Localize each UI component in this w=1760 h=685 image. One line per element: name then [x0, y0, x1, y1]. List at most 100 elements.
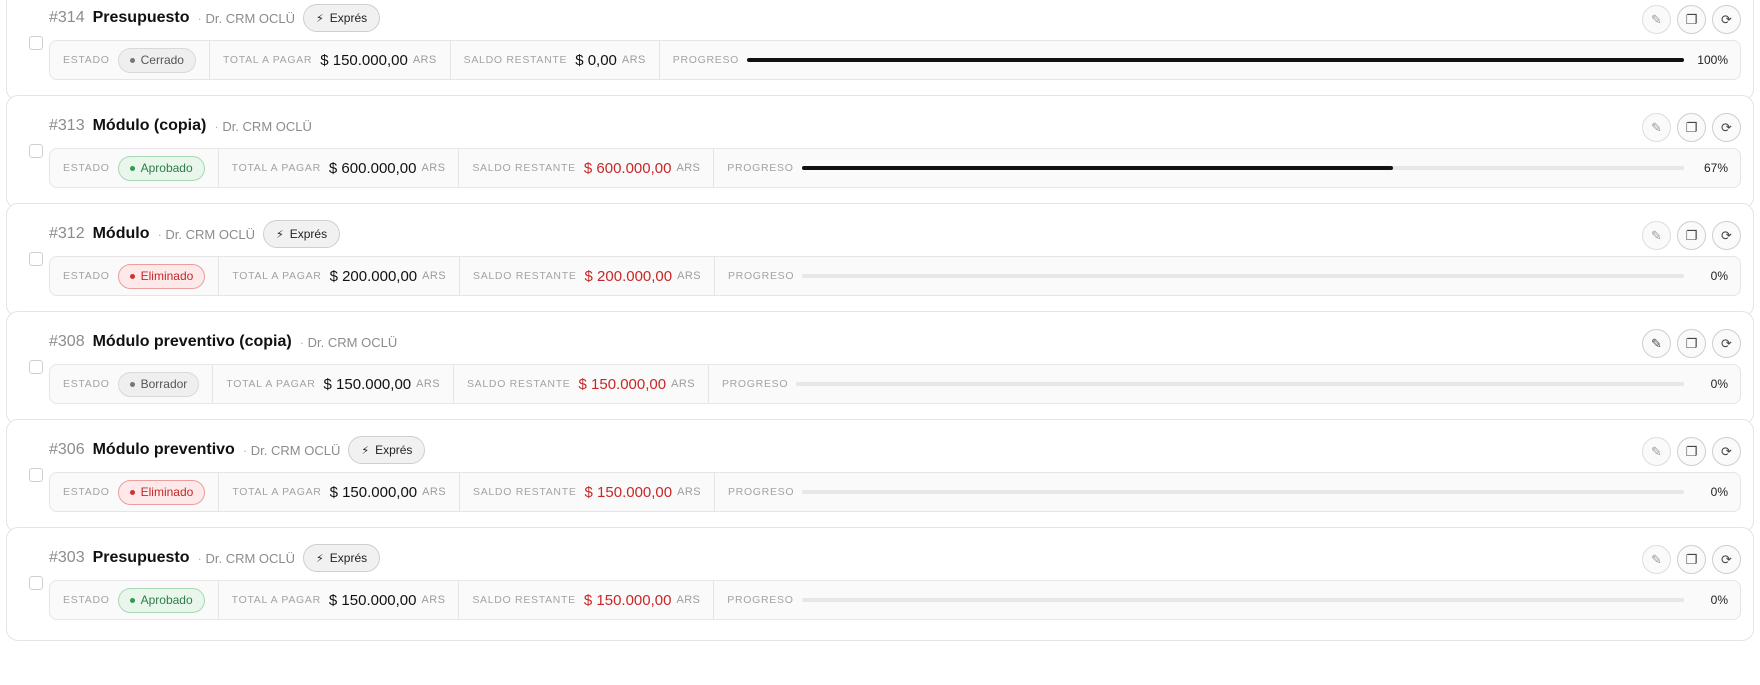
select-checkbox[interactable] — [29, 252, 43, 266]
budget-card[interactable]: #314 Presupuesto Dr. CRM OCLÜ ⚡ Exprés ✎ ❐ ⟳ Est… — [6, 0, 1754, 101]
copy-button[interactable]: ❐ — [1677, 113, 1706, 142]
progress-label: Progreso — [727, 162, 794, 174]
budget-card[interactable]: #306 Módulo preventivo Dr. CRM OCLÜ ⚡ Exprés… — [6, 419, 1754, 533]
refresh-button[interactable]: ⟳ — [1712, 545, 1741, 574]
select-checkbox[interactable] — [29, 144, 43, 158]
progress-label: Progreso — [727, 594, 794, 606]
total-value: $ 600.000,00 — [328, 159, 417, 177]
status-dot — [129, 165, 135, 171]
balance-label: Saldo restante — [472, 486, 577, 498]
budget-card[interactable]: #308 Módulo preventivo (copia) Dr. CRM OCL… — [6, 311, 1754, 425]
status-badge: Cerrado — [117, 47, 196, 73]
balance-currency: ARS — [676, 162, 701, 174]
budget-name[interactable]: Presupuesto — [93, 549, 190, 567]
refresh-icon: ⟳ — [1721, 227, 1732, 243]
status-label: Estado — [63, 270, 110, 282]
status-segment: Estado Eliminado — [50, 257, 220, 295]
edit-button[interactable]: ✎ — [1642, 437, 1671, 466]
refresh-button[interactable]: ⟳ — [1712, 329, 1741, 358]
total-segment: Total a pagar $ 150.000,00 ARS — [213, 365, 454, 403]
budget-name[interactable]: Módulo preventivo (copia) — [93, 333, 292, 351]
status-badge: Borrador — [117, 371, 200, 397]
status-text: Aprobado — [140, 593, 193, 607]
total-currency: ARS — [422, 486, 446, 498]
copy-button[interactable]: ❐ — [1677, 221, 1706, 250]
select-checkbox[interactable] — [29, 36, 43, 50]
copy-icon: ❐ — [1685, 227, 1698, 243]
progress-track — [747, 58, 1684, 62]
progress-segment: Progreso 0% — [714, 581, 1740, 619]
status-dot — [129, 273, 135, 279]
edit-button[interactable]: ✎ — [1642, 221, 1671, 250]
progress-segment: Progreso 100% — [660, 41, 1740, 79]
refresh-button[interactable]: ⟳ — [1712, 437, 1741, 466]
total-currency: ARS — [416, 378, 440, 390]
edit-button[interactable]: ✎ — [1642, 329, 1671, 358]
doctor-name: Dr. CRM OCLÜ — [300, 335, 398, 350]
total-segment: Total a pagar $ 150.000,00 ARS — [219, 581, 460, 619]
status-segment: Estado Aprobado — [50, 149, 219, 187]
status-label: Estado — [63, 378, 110, 390]
copy-icon: ❐ — [1685, 551, 1698, 567]
edit-button[interactable]: ✎ — [1642, 5, 1671, 34]
progress-label: Progreso — [672, 54, 740, 66]
budget-name[interactable]: Presupuesto — [93, 9, 190, 27]
copy-button[interactable]: ❐ — [1677, 437, 1706, 466]
balance-label: Saldo restante — [472, 270, 577, 282]
total-label: Total a pagar — [231, 162, 321, 174]
edit-button[interactable]: ✎ — [1642, 545, 1671, 574]
total-segment: Total a pagar $ 200.000,00 ARS — [219, 257, 460, 295]
balance-segment: Saldo restante $ 0,00 ARS — [451, 41, 660, 79]
express-badge: ⚡ Exprés — [262, 220, 341, 248]
budget-name[interactable]: Módulo preventivo — [93, 441, 235, 459]
select-checkbox[interactable] — [29, 360, 43, 374]
summary-bar: Estado Aprobado Total a pagar $ 600.000,00 A… — [49, 148, 1741, 188]
progress-fill — [747, 58, 1684, 62]
copy-button[interactable]: ❐ — [1677, 329, 1706, 358]
copy-icon: ❐ — [1685, 335, 1698, 351]
budget-name[interactable]: Módulo (copia) — [93, 117, 207, 135]
total-value: $ 150.000,00 — [328, 591, 417, 609]
card-actions: ✎ ❐ ⟳ — [1642, 437, 1741, 466]
progress-label: Progreso — [721, 378, 789, 390]
progress-percent: 67% — [1703, 161, 1728, 175]
total-label: Total a pagar — [232, 486, 322, 498]
budget-name[interactable]: Módulo — [93, 225, 150, 243]
balance-label: Saldo restante — [463, 54, 568, 66]
express-label: Exprés — [289, 227, 328, 241]
card-header: #303 Presupuesto Dr. CRM OCLÜ ⚡ Exprés — [49, 544, 381, 572]
bolt-icon: ⚡ — [316, 552, 324, 565]
refresh-button[interactable]: ⟳ — [1712, 113, 1741, 142]
total-value: $ 150.000,00 — [320, 51, 408, 69]
copy-button[interactable]: ❐ — [1677, 5, 1706, 34]
budget-number: #314 — [49, 9, 85, 26]
card-actions: ✎ ❐ ⟳ — [1642, 5, 1741, 34]
balance-value: $ 600.000,00 — [583, 159, 672, 177]
copy-icon: ❐ — [1685, 11, 1698, 27]
select-checkbox[interactable] — [29, 576, 43, 590]
refresh-icon: ⟳ — [1721, 551, 1732, 567]
progress-track — [801, 598, 1684, 602]
budget-card[interactable]: #312 Módulo Dr. CRM OCLÜ ⚡ Exprés ✎ ❐ ⟳ Estado El… — [6, 203, 1754, 317]
refresh-icon: ⟳ — [1721, 335, 1732, 351]
status-text: Aprobado — [140, 161, 193, 175]
budget-card[interactable]: #303 Presupuesto Dr. CRM OCLÜ ⚡ Exprés ✎ ❐ ⟳ Est… — [6, 527, 1754, 641]
status-text: Cerrado — [140, 53, 184, 67]
summary-bar: Estado Eliminado Total a pagar $ 150.000,00… — [49, 472, 1741, 512]
progress-fill — [801, 166, 1393, 170]
balance-segment: Saldo restante $ 150.000,00 ARS — [454, 365, 709, 403]
status-badge: Aprobado — [117, 155, 205, 181]
copy-button[interactable]: ❐ — [1677, 545, 1706, 574]
doctor-name: Dr. CRM OCLÜ — [214, 119, 312, 134]
total-label: Total a pagar — [226, 378, 316, 390]
edit-button[interactable]: ✎ — [1642, 113, 1671, 142]
card-actions: ✎ ❐ ⟳ — [1642, 329, 1741, 358]
budget-card[interactable]: #313 Módulo (copia) Dr. CRM OCLÜ ✎ ❐ ⟳ Estado A… — [6, 95, 1754, 209]
refresh-icon: ⟳ — [1721, 443, 1732, 459]
pencil-icon: ✎ — [1651, 551, 1662, 567]
doctor-name: Dr. CRM OCLÜ — [198, 11, 295, 26]
status-dot — [129, 57, 135, 63]
refresh-button[interactable]: ⟳ — [1712, 5, 1741, 34]
select-checkbox[interactable] — [29, 468, 43, 482]
refresh-button[interactable]: ⟳ — [1712, 221, 1741, 250]
